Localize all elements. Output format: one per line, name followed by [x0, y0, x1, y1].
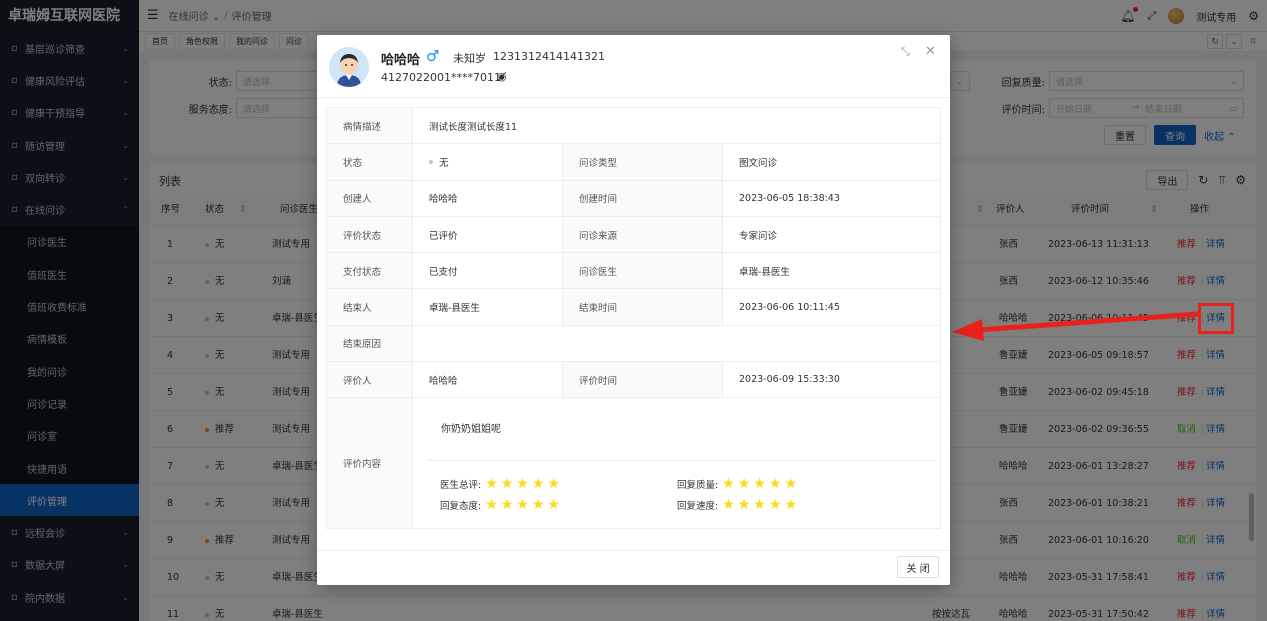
status-value: 无	[413, 144, 563, 180]
evaluator-label: 评价人	[327, 362, 413, 398]
fullscreen-icon[interactable]: ⤡	[901, 45, 910, 59]
patient-phone: 1231312414141321	[493, 50, 605, 63]
content-label: 评价内容	[327, 398, 413, 529]
detail-row: 结束人 卓瑞-县医生 结束时间 2023-06-06 10:11:45	[327, 289, 940, 326]
end-reason-label: 结束原因	[327, 325, 413, 362]
quality-rating: 回复质量: ★★★★★	[677, 476, 800, 493]
status-label: 状态	[327, 144, 413, 180]
eval-content-row: 评价内容 你奶奶姐姐呢 医生总评: ★★★★★ 回复质量: ★★★★★ 回复态度: ★…	[327, 398, 940, 529]
creator-label: 创建人	[327, 180, 413, 216]
end-reason-value	[413, 326, 940, 361]
finisher-label: 结束人	[327, 289, 413, 325]
evaluator-value: 哈哈哈	[413, 362, 563, 398]
doctor-value: 卓瑞-县医生	[739, 266, 790, 278]
modal-footer-divider	[317, 550, 950, 551]
annotation-highlight-box	[1198, 303, 1234, 334]
detail-row: 病情描述 测试长度测试长度11	[327, 108, 940, 145]
detail-row: 评价状态 已评价 问诊来源 专家问诊	[327, 216, 940, 254]
star-rating-icon: ★★★★★	[722, 497, 800, 514]
male-gender-icon: ♂	[426, 47, 440, 65]
modal-header-divider	[317, 97, 950, 98]
patient-id-number: 4127022001****7011	[381, 71, 501, 84]
desc-label: 病情描述	[327, 108, 413, 144]
source-value: 专家问诊	[739, 230, 778, 242]
speed-rating: 回复速度: ★★★★★	[677, 497, 800, 514]
type-label: 问诊类型	[563, 144, 723, 180]
creator-value: 哈哈哈	[413, 180, 563, 216]
end-time-label: 结束时间	[563, 289, 723, 325]
annotation-arrow	[952, 311, 1199, 341]
detail-table: 病情描述 测试长度测试长度11 状态 无 问诊类型 图文问诊 创建人 哈哈哈 创…	[326, 107, 941, 530]
eval-status-value: 已评价	[413, 216, 563, 253]
star-rating-icon: ★★★★★	[485, 497, 563, 514]
eye-hidden-icon[interactable]: ◉̸	[497, 70, 507, 83]
eval-divider	[427, 460, 937, 462]
eval-content-text: 你奶奶姐姐呢	[441, 424, 501, 436]
pay-status-label: 支付状态	[327, 253, 413, 289]
detail-row: 结束原因	[327, 325, 940, 363]
eval-time-label: 评价时间	[563, 362, 723, 398]
eval-time-value: 2023-06-09 15:33:30	[739, 374, 840, 386]
patient-avatar	[329, 47, 369, 87]
finisher-value: 卓瑞-县医生	[413, 289, 563, 325]
star-rating-icon: ★★★★★	[722, 476, 800, 493]
detail-modal: 哈哈哈 ♂ 未知岁 1231312414141321 4127022001***…	[317, 35, 950, 585]
detail-row: 评价人 哈哈哈 评价时间 2023-06-09 15:33:30	[327, 362, 940, 399]
type-value: 图文问诊	[739, 157, 778, 169]
eval-status-label: 评价状态	[327, 216, 413, 253]
detail-row: 支付状态 已支付 问诊医生 卓瑞-县医生	[327, 253, 940, 290]
create-time-value: 2023-06-05 18:38:43	[739, 192, 840, 204]
end-time-value: 2023-06-06 10:11:45	[739, 301, 840, 313]
create-time-label: 创建时间	[563, 180, 723, 216]
desc-value: 测试长度测试长度11	[429, 121, 518, 133]
patient-name: 哈哈哈	[381, 53, 421, 68]
star-rating-icon: ★★★★★	[485, 476, 563, 493]
source-label: 问诊来源	[563, 216, 723, 253]
patient-age: 未知岁	[453, 52, 486, 65]
pay-status-value: 已支付	[413, 253, 563, 289]
detail-row: 创建人 哈哈哈 创建时间 2023-06-05 18:38:43	[327, 180, 940, 217]
doctor-label: 问诊医生	[563, 253, 723, 289]
detail-row: 状态 无 问诊类型 图文问诊	[327, 144, 940, 181]
close-button[interactable]: 关 闭	[897, 556, 939, 578]
close-icon[interactable]: ✕	[925, 44, 936, 59]
attitude-rating: 回复态度: ★★★★★	[440, 497, 563, 514]
overall-rating: 医生总评: ★★★★★	[440, 476, 563, 493]
